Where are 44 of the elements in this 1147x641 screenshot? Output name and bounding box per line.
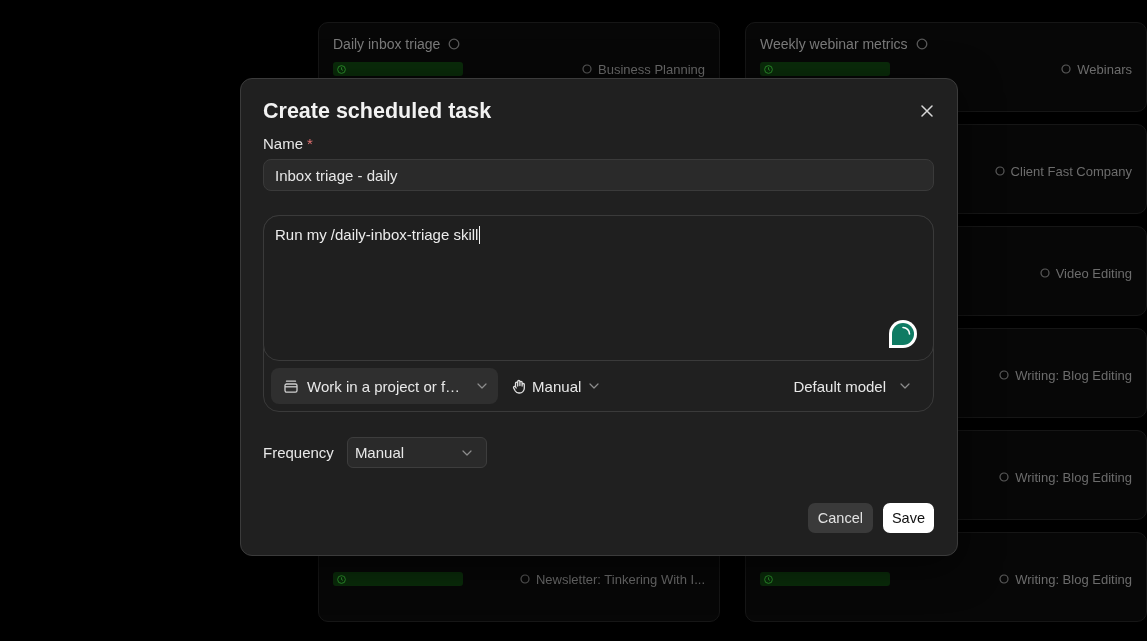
required-mark: * (307, 134, 313, 152)
circle-icon (915, 38, 928, 50)
clock-icon (764, 574, 773, 584)
save-button[interactable]: Save (882, 503, 934, 533)
circle-icon (448, 38, 461, 50)
project-tag: Video Editing (1055, 265, 1132, 281)
circle-icon (999, 370, 1010, 380)
task-title: Weekly webinar metrics (760, 36, 908, 52)
dialog-title: Create scheduled task (263, 98, 492, 124)
chevron-down-icon (477, 383, 488, 389)
chevron-down-icon (589, 383, 600, 389)
project-tag: Writing: Blog Editing (1015, 571, 1132, 587)
circle-icon (519, 574, 530, 584)
project-tag: Webinars (1077, 61, 1132, 77)
field-label: Frequency (263, 444, 334, 461)
circle-icon (1039, 268, 1050, 278)
prompt-input[interactable]: Run my /daily-inbox-triage skill (263, 215, 934, 361)
chat-bubble-icon[interactable] (888, 319, 918, 349)
project-tag: Writing: Blog Editing (1015, 469, 1132, 485)
circle-icon (994, 166, 1005, 176)
close-icon (921, 105, 933, 117)
model-select[interactable]: Default model (789, 377, 914, 395)
project-select[interactable]: Work in a project or f… (271, 368, 499, 404)
project-tag: Business Planning (598, 61, 705, 77)
box-icon (284, 379, 298, 393)
clock-icon (337, 64, 346, 74)
clock-icon (764, 64, 773, 74)
project-tag: Writing: Blog Editing (1015, 367, 1132, 383)
circle-icon (999, 574, 1010, 584)
chevron-down-icon (461, 449, 472, 456)
frequency-select[interactable]: Manual (346, 437, 487, 468)
chevron-down-icon (900, 383, 910, 389)
name-input[interactable]: Inbox triage - daily (263, 159, 934, 191)
project-tag: Newsletter: Tinkering With I... (535, 571, 705, 587)
task-title: Daily inbox triage (333, 36, 441, 52)
hand-icon (512, 378, 527, 394)
circle-icon (999, 472, 1010, 482)
circle-icon (1061, 64, 1072, 74)
circle-icon (582, 64, 593, 74)
clock-icon (337, 574, 346, 584)
permission-select[interactable]: Manual (508, 377, 604, 395)
field-label: Name (263, 134, 303, 152)
cancel-button[interactable]: Cancel (807, 503, 873, 533)
project-tag: Client Fast Company (1010, 163, 1132, 179)
